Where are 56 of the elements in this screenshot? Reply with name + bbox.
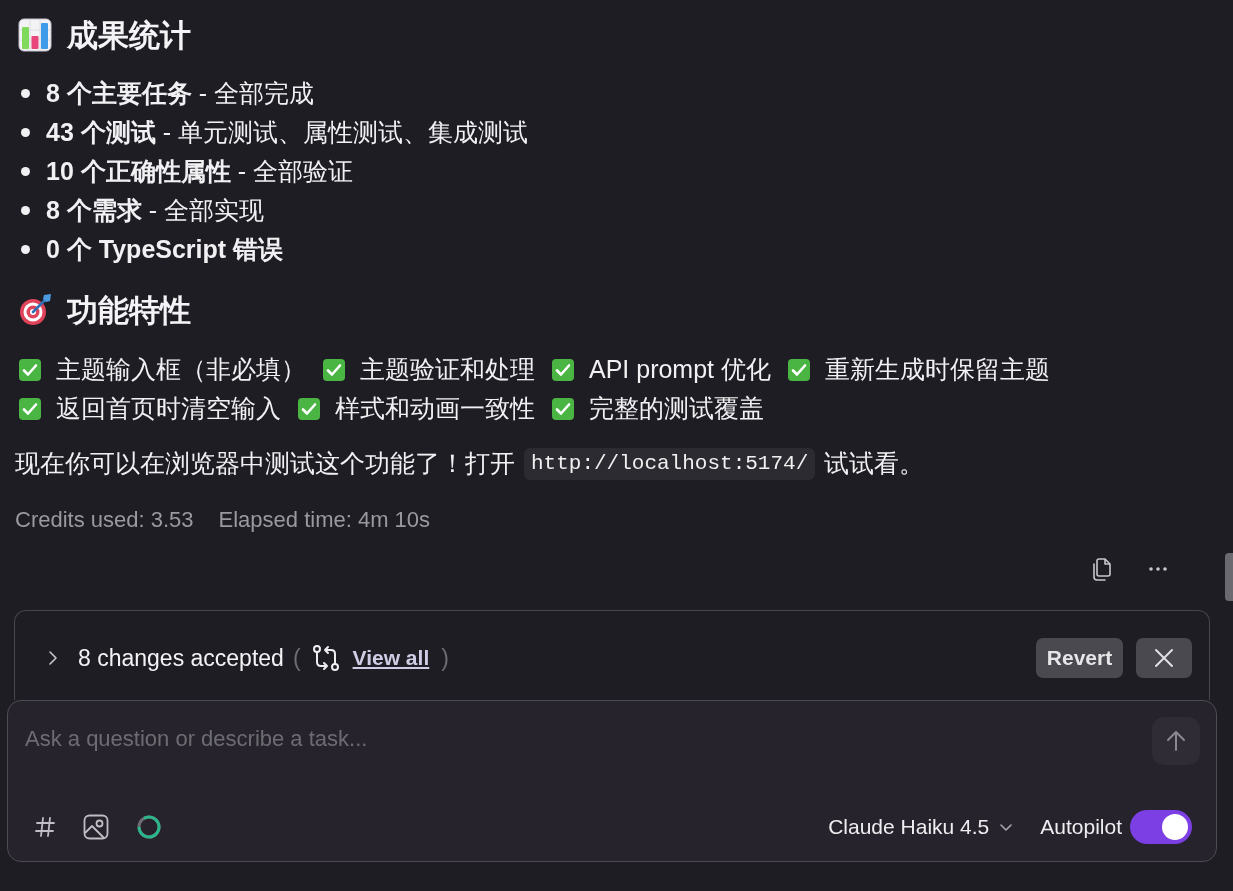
bullet-icon [21, 245, 30, 254]
model-selector[interactable]: Claude Haiku 4.5 [828, 811, 1014, 843]
view-all-link[interactable]: View all [352, 642, 430, 674]
feature-text: 主题输入框（非必填） [56, 354, 306, 385]
message-text: 现在你可以在浏览器中测试这个功能了！打开 [15, 448, 515, 479]
feature-text: API prompt 优化 [589, 354, 771, 385]
list-item-text: 0 个 TypeScript 错误 [46, 233, 284, 265]
copy-icon[interactable] [1090, 556, 1113, 582]
check-icon [551, 396, 575, 421]
feature-text: 主题验证和处理 [360, 354, 535, 385]
bracket-text: ) [441, 643, 449, 673]
check-icon [551, 357, 575, 382]
feature-text: 完整的测试覆盖 [589, 393, 764, 424]
feature-text: 重新生成时保留主题 [825, 354, 1050, 385]
list-item-text: 8 个主要任务 - 全部完成 [46, 77, 315, 109]
autopilot-toggle[interactable] [1130, 810, 1192, 844]
bullet-icon [21, 206, 30, 215]
credits-text: Credits used: 3.53 [15, 506, 194, 534]
scrollbar-thumb[interactable] [1225, 553, 1233, 601]
check-icon [787, 357, 811, 382]
list-item-text: 10 个正确性属性 - 全部验证 [46, 155, 353, 187]
bracket-text: ( [292, 643, 301, 673]
autopilot-label: Autopilot [1040, 814, 1122, 841]
section-heading: 成果统计 [67, 19, 191, 51]
ring-icon[interactable] [137, 815, 161, 839]
hashtag-icon[interactable] [35, 816, 55, 838]
chevron-down-icon [999, 822, 1014, 832]
bullet-icon [21, 128, 30, 137]
elapsed-time-text: Elapsed time: 4m 10s [218, 506, 431, 534]
target-icon [18, 293, 52, 327]
arrow-up-icon [1164, 729, 1188, 753]
bullet-icon [21, 167, 30, 176]
check-icon [18, 396, 42, 421]
message-text: 试试看。 [824, 448, 925, 479]
close-icon [1154, 648, 1174, 668]
feature-text: 返回首页时清空输入 [56, 393, 281, 424]
revert-button[interactable]: Revert [1036, 638, 1123, 678]
check-icon [322, 357, 346, 382]
send-button[interactable] [1152, 717, 1200, 765]
list-item-text: 8 个需求 - 全部实现 [46, 194, 265, 226]
check-icon [18, 357, 42, 382]
chevron-right-icon[interactable] [48, 650, 58, 666]
changes-summary: 8 changes accepted [78, 643, 284, 673]
bar-chart-icon [18, 18, 52, 52]
chat-composer[interactable]: Ask a question or describe a task... Claude Haiku 4.5 Autopilot [7, 700, 1217, 862]
section-heading: 功能特性 [67, 294, 191, 326]
image-icon[interactable] [83, 814, 109, 840]
list-item-text: 43 个测试 - 单元测试、属性测试、集成测试 [46, 116, 528, 148]
inline-code: http://localhost:5174/ [524, 447, 816, 480]
feature-text: 样式和动画一致性 [335, 393, 535, 424]
compare-arrows-icon [310, 643, 341, 673]
check-icon [297, 396, 321, 421]
bullet-icon [21, 89, 30, 98]
message-input[interactable]: Ask a question or describe a task... [25, 717, 1152, 779]
more-icon[interactable] [1148, 566, 1168, 572]
close-button[interactable] [1136, 638, 1192, 678]
